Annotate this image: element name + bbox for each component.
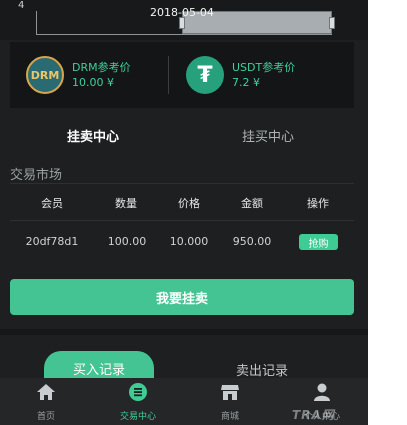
trade-icon <box>129 383 147 401</box>
usdt-price-value: 7.2 ¥ <box>232 76 260 89</box>
cell-member: 20df78d1 <box>25 235 79 248</box>
cell-amount: 950.00 <box>232 235 272 248</box>
drm-price-label: DRM参考价 <box>72 61 131 74</box>
usdt-logo-text: ₮ <box>197 62 213 88</box>
grab-buy-button[interactable]: 抢购 <box>299 234 338 250</box>
app-screen: 4 2018-05-04 DRM DRM参考价 10.00 ¥ ₮ USDT参考… <box>0 0 368 425</box>
tab-sell-center[interactable]: 挂卖中心 <box>67 126 119 145</box>
nav-trade-center-label: 交易中心 <box>119 412 156 422</box>
store-icon <box>221 385 239 400</box>
price-chart[interactable]: 4 2018-05-04 <box>0 0 368 40</box>
column-header-member: 会员 <box>41 197 63 210</box>
nav-home-label: 首页 <box>36 412 55 422</box>
drm-logo-text: DRM <box>30 68 60 82</box>
price-divider <box>168 56 169 94</box>
drm-logo-icon: DRM <box>26 56 64 94</box>
column-header-price: 价格 <box>178 197 200 210</box>
tab-sell-records[interactable]: 卖出记录 <box>236 360 288 379</box>
cell-quantity: 100.00 <box>107 235 147 248</box>
nav-home[interactable]: 首页 <box>0 378 92 425</box>
market-title: 交易市场 <box>10 168 63 183</box>
nav-trade-center[interactable]: 交易中心 <box>92 378 184 425</box>
section-gap <box>0 329 368 335</box>
column-header-quantity: 数量 <box>115 197 137 210</box>
divider <box>10 220 354 221</box>
reference-price-bar: DRM DRM参考价 10.00 ¥ ₮ USDT参考价 7.2 ¥ <box>10 42 354 108</box>
post-sell-button[interactable]: 我要挂卖 <box>10 279 354 315</box>
usdt-price-label: USDT参考价 <box>232 61 296 74</box>
tab-buy-center[interactable]: 挂买中心 <box>242 126 294 145</box>
drm-price-value: 10.00 ¥ <box>72 76 114 89</box>
usdt-logo-icon: ₮ <box>186 56 224 94</box>
nav-store[interactable]: 商城 <box>184 378 276 425</box>
divider <box>10 183 354 184</box>
cell-price: 10.000 <box>169 235 209 248</box>
user-icon <box>314 383 330 401</box>
drm-price: DRM DRM参考价 10.00 ¥ <box>26 42 131 108</box>
column-header-amount: 金额 <box>241 197 263 210</box>
nav-store-label: 商城 <box>220 412 239 422</box>
chart-axis-label: 4 <box>18 0 25 11</box>
home-icon <box>37 384 55 400</box>
chart-date-label: 2018-05-04 <box>150 6 214 19</box>
chart-range-handle-right[interactable] <box>329 17 335 29</box>
usdt-price: ₮ USDT参考价 7.2 ¥ <box>186 42 295 108</box>
watermark: TRA网 <box>292 408 335 422</box>
column-header-action: 操作 <box>307 197 329 210</box>
